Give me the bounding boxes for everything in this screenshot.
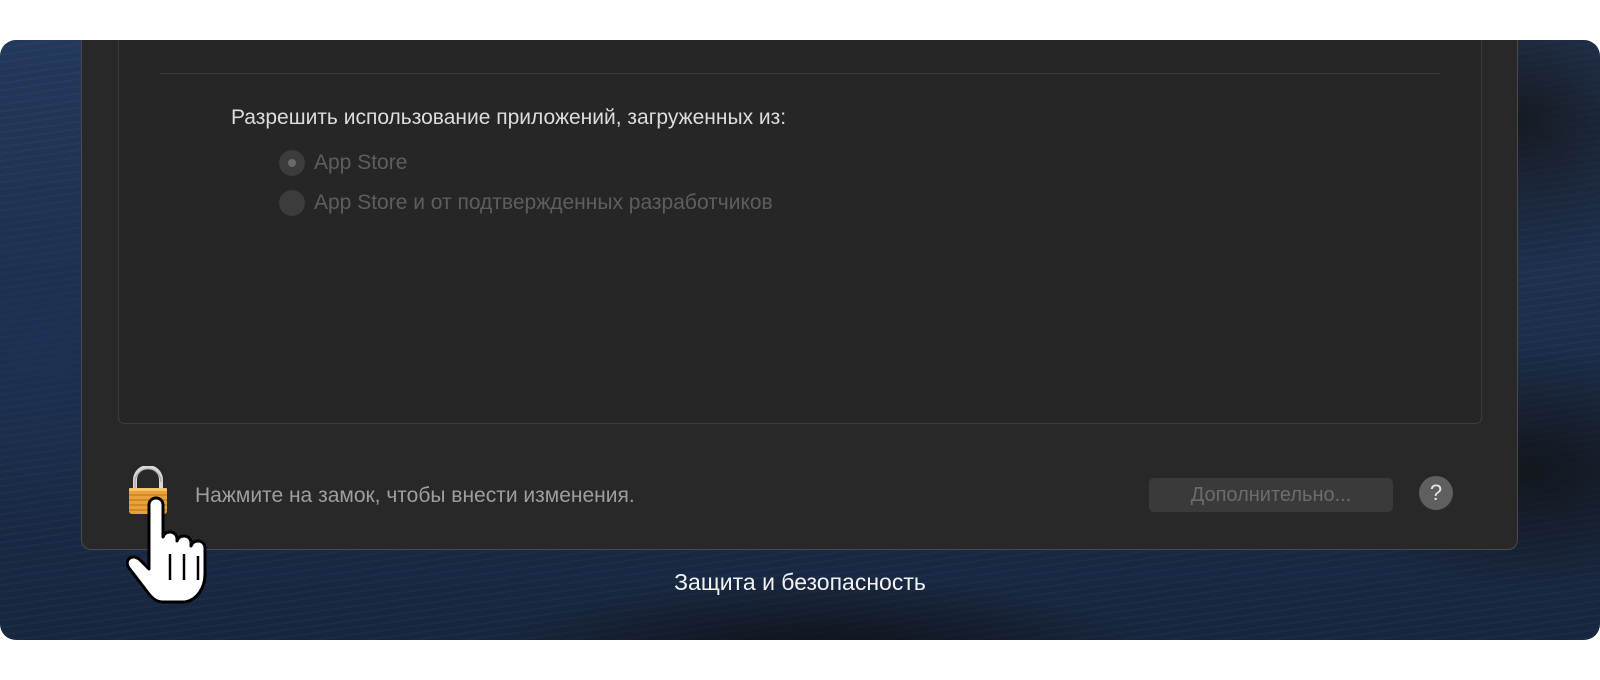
- radio-app-store[interactable]: [279, 150, 305, 176]
- security-preferences-window: Разрешить использование приложений, загр…: [81, 40, 1518, 550]
- general-settings-panel: Разрешить использование приложений, загр…: [118, 40, 1482, 424]
- radio-option-app-store[interactable]: App Store: [279, 149, 407, 177]
- desktop-background: Разрешить использование приложений, загр…: [0, 40, 1600, 640]
- radio-identified-developers-label: App Store и от подтвержденных разработчи…: [314, 191, 773, 214]
- help-button[interactable]: ?: [1419, 476, 1453, 510]
- allow-apps-heading: Разрешить использование приложений, загр…: [231, 106, 787, 129]
- section-divider: [160, 73, 1440, 74]
- radio-identified-developers[interactable]: [279, 190, 305, 216]
- window-title: Защита и безопасность: [674, 569, 926, 595]
- radio-app-store-label: App Store: [314, 151, 408, 174]
- advanced-button[interactable]: Дополнительно...: [1149, 478, 1393, 512]
- radio-selected-dot: [288, 159, 296, 167]
- pointing-hand-cursor-icon: [125, 494, 218, 606]
- radio-option-identified-developers[interactable]: App Store и от подтвержденных разработчи…: [279, 189, 773, 217]
- lock-hint-text: Нажмите на замок, чтобы внести изменения…: [195, 484, 635, 507]
